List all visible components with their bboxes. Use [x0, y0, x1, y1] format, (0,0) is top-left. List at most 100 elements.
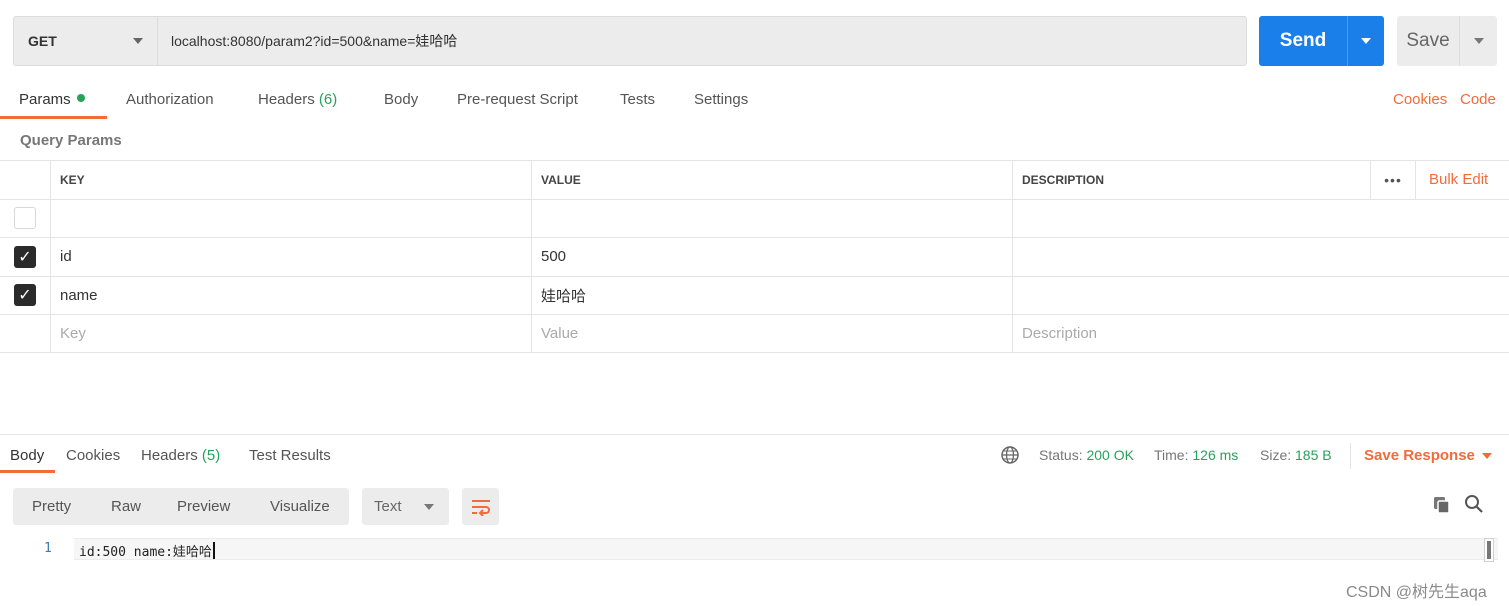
format-label: Text [374, 498, 402, 515]
wrap-lines-button[interactable] [462, 488, 499, 525]
row-checkbox-cell [0, 199, 51, 237]
tab-params-label: Params [19, 91, 71, 108]
param-description[interactable] [1013, 200, 1509, 238]
request-bar: GET localhost:8080/param2?id=500&name=娃哈… [13, 16, 1497, 66]
more-options-icon[interactable]: ••• [1370, 161, 1416, 199]
column-header-key: KEY [51, 161, 532, 199]
row-checkbox-cell: ✓ [0, 238, 51, 276]
response-tab-headers[interactable]: Headers (5) [141, 447, 220, 464]
new-param-row: Key Value Description [0, 314, 1509, 353]
search-icon[interactable] [1464, 494, 1484, 514]
chevron-down-icon [424, 504, 434, 510]
tab-headers-label: Headers [258, 91, 315, 108]
response-tab-body[interactable]: Body [10, 447, 44, 464]
code-link[interactable]: Code [1460, 91, 1496, 108]
size-info: Size: 185 B [1260, 447, 1332, 463]
method-select[interactable]: GET [13, 16, 158, 66]
row-checkbox-cell [0, 315, 51, 352]
tab-tests[interactable]: Tests [620, 91, 655, 108]
response-editor[interactable]: 1 id:500 name:娃哈哈 [0, 538, 1509, 560]
response-active-underline [0, 470, 55, 473]
view-pretty-button[interactable]: Pretty [32, 498, 71, 515]
url-input[interactable]: localhost:8080/param2?id=500&name=娃哈哈 [158, 16, 1247, 66]
param-key[interactable]: id [51, 238, 532, 276]
param-description[interactable] [1013, 238, 1509, 276]
headers-count: (6) [318, 91, 338, 108]
tab-headers[interactable]: Headers (6) [258, 91, 337, 108]
new-value-input[interactable]: Value [532, 315, 1013, 352]
tab-prerequest-script[interactable]: Pre-request Script [457, 91, 578, 108]
send-dropdown[interactable] [1348, 38, 1384, 44]
param-key[interactable] [51, 199, 532, 237]
code-text: id:500 name:娃哈哈 [79, 541, 215, 560]
status-label: Status: [1039, 447, 1083, 463]
response-tab-headers-label: Headers [141, 447, 198, 464]
status-divider [1350, 443, 1351, 469]
row-checkbox[interactable] [14, 207, 36, 230]
size-label: Size: [1260, 447, 1292, 463]
param-value[interactable]: 娃哈哈 [532, 276, 1013, 314]
time-value[interactable]: 126 ms [1192, 447, 1238, 463]
response-headers-count: (5) [201, 447, 221, 464]
query-params-table: KEY VALUE DESCRIPTION ••• Bulk Edit ✓ id… [0, 160, 1509, 353]
line-number: 1 [44, 541, 52, 556]
bulk-edit-button[interactable]: Bulk Edit [1429, 161, 1488, 199]
param-value[interactable]: 500 [532, 238, 1013, 276]
tab-body[interactable]: Body [384, 91, 418, 108]
method-label: GET [28, 33, 57, 49]
param-key[interactable]: name [51, 276, 532, 314]
table-row: ✓ id 500 [0, 237, 1509, 276]
tab-authorization[interactable]: Authorization [126, 91, 214, 108]
text-cursor [212, 542, 215, 559]
response-tab-test-results[interactable]: Test Results [249, 447, 331, 464]
table-row [0, 198, 1509, 238]
active-dot-icon [76, 94, 85, 102]
send-label: Send [1279, 30, 1327, 51]
code-content: id:500 name:娃哈哈 [79, 545, 212, 560]
save-dropdown[interactable] [1460, 38, 1497, 44]
format-select[interactable]: Text [362, 488, 449, 525]
header-checkbox-cell [0, 161, 51, 199]
response-divider [0, 434, 1509, 435]
time-info: Time: 126 ms [1154, 447, 1238, 463]
active-tab-underline [0, 116, 107, 119]
tab-settings[interactable]: Settings [694, 91, 748, 108]
watermark: CSDN @树先生aqa [1346, 584, 1487, 601]
query-params-title: Query Params [20, 132, 122, 149]
wrap-lines-icon [471, 499, 490, 516]
checkmark-icon[interactable]: ✓ [14, 284, 36, 307]
checkmark-icon[interactable]: ✓ [14, 245, 36, 268]
send-button[interactable]: Send [1259, 16, 1384, 66]
chevron-down-icon [133, 38, 143, 44]
view-mode-group: Pretty Raw Preview Visualize [13, 488, 349, 525]
table-row: ✓ name 娃哈哈 [0, 275, 1509, 315]
globe-icon[interactable] [1000, 445, 1020, 465]
save-button[interactable]: Save [1397, 16, 1497, 66]
status-value[interactable]: 200 OK [1086, 447, 1133, 463]
copy-icon[interactable] [1432, 495, 1452, 515]
param-value[interactable] [532, 199, 1013, 237]
chevron-down-icon[interactable] [1482, 453, 1492, 459]
editor-scrollbar[interactable] [1484, 538, 1494, 562]
param-description[interactable] [1013, 277, 1509, 315]
column-header-value: VALUE [532, 161, 1013, 199]
row-checkbox-cell: ✓ [0, 276, 51, 314]
tab-params[interactable]: Params [19, 91, 85, 108]
view-raw-button[interactable]: Raw [111, 498, 141, 515]
chevron-down-icon [1473, 38, 1484, 44]
new-key-input[interactable]: Key [51, 315, 532, 352]
table-header-row: KEY VALUE DESCRIPTION ••• Bulk Edit [0, 160, 1509, 199]
save-response-button[interactable]: Save Response [1364, 447, 1475, 464]
new-description-input[interactable]: Description [1013, 315, 1509, 352]
status-info: Status: 200 OK [1039, 447, 1134, 463]
request-tabs: Params Authorization Headers (6) Body Pr… [0, 80, 1509, 120]
response-tab-cookies[interactable]: Cookies [66, 447, 120, 464]
time-label: Time: [1154, 447, 1189, 463]
code-line[interactable]: id:500 name:娃哈哈 [74, 538, 1498, 560]
view-visualize-button[interactable]: Visualize [270, 498, 330, 515]
view-preview-button[interactable]: Preview [177, 498, 230, 515]
cookies-link[interactable]: Cookies [1393, 91, 1447, 108]
chevron-down-icon [1361, 38, 1371, 44]
size-value[interactable]: 185 B [1295, 447, 1332, 463]
save-label: Save [1406, 30, 1450, 51]
